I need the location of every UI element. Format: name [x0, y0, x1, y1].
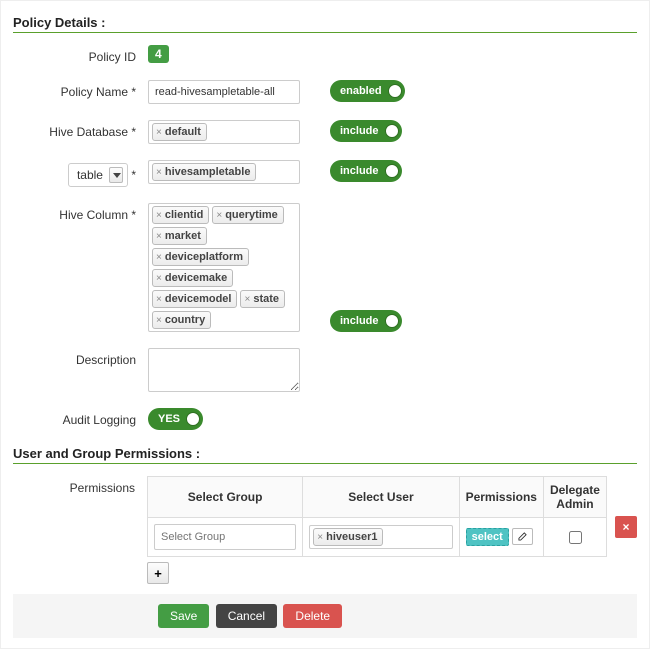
col-select-user: Select User — [303, 477, 459, 518]
token[interactable]: ×country — [152, 311, 211, 329]
toggle-label: enabled — [340, 85, 382, 97]
include-toggle-column[interactable]: include — [330, 310, 402, 332]
select-user-input[interactable]: ×hiveuser1 — [309, 525, 452, 549]
token[interactable]: ×market — [152, 227, 207, 245]
label-description: Description — [13, 348, 148, 367]
token-remove-icon[interactable]: × — [244, 294, 250, 305]
pencil-icon — [518, 532, 527, 541]
token-remove-icon[interactable]: × — [156, 210, 162, 221]
hive-table-input[interactable]: ×hivesampletable — [148, 160, 300, 184]
add-row-button[interactable]: + — [147, 562, 169, 584]
col-permissions: Permissions — [459, 477, 543, 518]
token-remove-icon[interactable]: × — [156, 231, 162, 242]
user-group-perms-heading: User and Group Permissions : — [13, 446, 637, 461]
token[interactable]: ×default — [152, 123, 207, 141]
col-delegate-admin: Delegate Admin — [543, 477, 606, 518]
include-toggle-db[interactable]: include — [330, 120, 402, 142]
token-remove-icon[interactable]: × — [156, 167, 162, 178]
token-remove-icon[interactable]: × — [156, 273, 162, 284]
token-remove-icon[interactable]: × — [317, 532, 323, 543]
select-label: table — [77, 168, 103, 182]
divider — [13, 32, 637, 33]
chevron-down-icon[interactable] — [109, 167, 123, 183]
label-policy-id: Policy ID — [13, 45, 148, 64]
delegate-admin-checkbox[interactable] — [569, 531, 582, 544]
token[interactable]: ×devicemake — [152, 269, 233, 287]
token-remove-icon[interactable]: × — [156, 127, 162, 138]
toggle-label: include — [340, 315, 379, 327]
token[interactable]: ×hiveuser1 — [313, 528, 383, 546]
save-button[interactable]: Save — [158, 604, 209, 628]
token-remove-icon[interactable]: × — [156, 294, 162, 305]
permissions-table: Select Group Select User Permissions Del… — [147, 476, 607, 557]
remove-row-button[interactable]: × — [615, 516, 637, 538]
table-type-select[interactable]: table — [68, 163, 128, 187]
token[interactable]: ×state — [240, 290, 285, 308]
required-star: * — [131, 168, 136, 182]
include-toggle-table[interactable]: include — [330, 160, 402, 182]
policy-id-badge: 4 — [148, 45, 169, 63]
toggle-label: include — [340, 165, 379, 177]
label-audit-logging: Audit Logging — [13, 408, 148, 427]
token[interactable]: ×devicemodel — [152, 290, 237, 308]
policy-name-input[interactable] — [148, 80, 300, 104]
toggle-knob — [388, 84, 402, 98]
permission-tag[interactable]: select — [466, 528, 509, 546]
edit-permission-button[interactable] — [512, 528, 533, 545]
cancel-button[interactable]: Cancel — [216, 604, 277, 628]
toggle-knob — [385, 164, 399, 178]
toggle-knob — [186, 412, 200, 426]
token[interactable]: ×hivesampletable — [152, 163, 256, 181]
token[interactable]: ×clientid — [152, 206, 209, 224]
token[interactable]: ×querytime — [212, 206, 283, 224]
toggle-label: include — [340, 125, 379, 137]
policy-details-heading: Policy Details : — [13, 15, 637, 30]
hive-database-input[interactable]: ×default — [148, 120, 300, 144]
divider — [13, 463, 637, 464]
action-bar: Save Cancel Delete — [13, 594, 637, 638]
label-hive-database: Hive Database * — [13, 120, 148, 139]
delete-button[interactable]: Delete — [283, 604, 342, 628]
token-remove-icon[interactable]: × — [156, 315, 162, 326]
select-group-input[interactable] — [154, 524, 296, 550]
col-select-group: Select Group — [148, 477, 303, 518]
toggle-knob — [385, 124, 399, 138]
enabled-toggle[interactable]: enabled — [330, 80, 405, 102]
label-permissions: Permissions — [13, 476, 147, 495]
label-policy-name: Policy Name * — [13, 80, 148, 99]
description-textarea[interactable] — [148, 348, 300, 392]
audit-logging-toggle[interactable]: YES — [148, 408, 203, 430]
token-remove-icon[interactable]: × — [156, 252, 162, 263]
label-hive-column: Hive Column * — [13, 203, 148, 222]
token-remove-icon[interactable]: × — [216, 210, 222, 221]
table-row: ×hiveuser1 select — [148, 518, 607, 557]
token[interactable]: ×deviceplatform — [152, 248, 249, 266]
hive-column-input[interactable]: ×clientid ×querytime ×market ×deviceplat… — [148, 203, 300, 332]
toggle-label: YES — [158, 413, 180, 425]
toggle-knob — [385, 314, 399, 328]
